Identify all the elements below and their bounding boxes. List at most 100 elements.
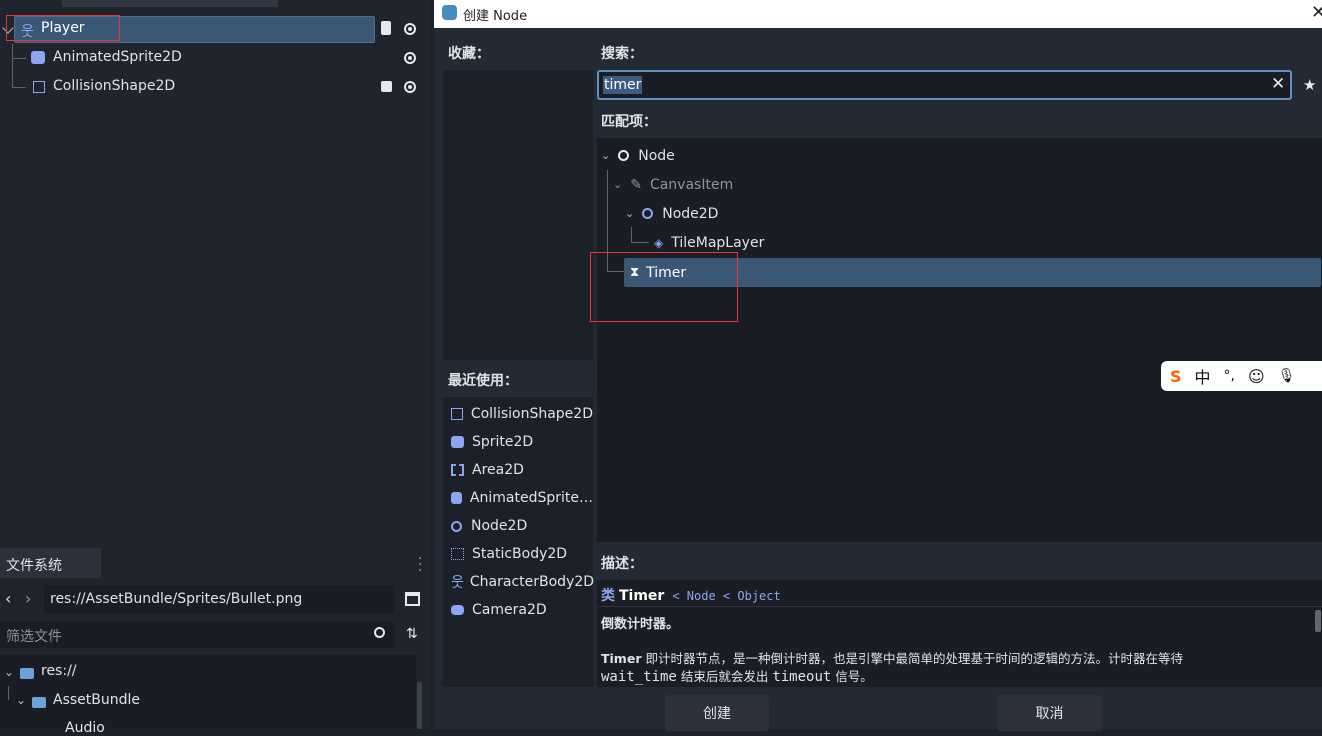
sogou-logo-icon: S (1170, 366, 1182, 386)
recent-label: 最近使用： (448, 373, 518, 389)
ime-mode-toggle[interactable]: 中 (1195, 364, 1211, 388)
camera-icon (451, 605, 464, 615)
search-icon (374, 627, 385, 638)
godot-logo-icon (442, 5, 457, 20)
recent-label-text: AnimatedSprite… (469, 490, 593, 506)
match-label: TileMapLayer (671, 234, 765, 251)
class-name: Timer (619, 588, 665, 604)
collision-shape-icon (451, 408, 463, 420)
scene-tab-stub (62, 0, 278, 7)
match-node[interactable]: ⌄ Node (601, 141, 675, 170)
favorites-list (443, 70, 593, 360)
filter-input[interactable]: 筛选文件 (0, 622, 394, 648)
script-icon[interactable] (381, 21, 391, 35)
highlight-box (6, 15, 120, 41)
description-label: 描述： (601, 556, 643, 572)
tree-guide (12, 44, 13, 88)
visibility-toggle[interactable] (404, 81, 416, 93)
tilemap-icon: ◈ (654, 235, 664, 250)
eye-icon (404, 52, 416, 64)
animated-sprite-icon (31, 51, 45, 64)
recent-item[interactable]: StaticBody2D (443, 540, 593, 568)
tree-guide (12, 87, 26, 88)
folder-icon (20, 667, 34, 683)
desc-text: 结束后就会发出 (676, 669, 773, 684)
collision-shape-icon (33, 81, 45, 93)
tree-guide (12, 58, 26, 59)
visibility-toggle[interactable] (404, 23, 416, 35)
tab-filesystem[interactable]: 文件系统 (0, 548, 101, 578)
match-canvasitem[interactable]: ⌄ ✎ CanvasItem (613, 170, 733, 199)
chevron-down-icon[interactable]: ⌄ (16, 693, 26, 707)
clear-icon[interactable]: ✕ (1271, 74, 1285, 94)
scrollbar[interactable] (1315, 610, 1321, 632)
path-field[interactable]: res://AssetBundle/Sprites/Bullet.png (44, 585, 394, 614)
search-label: 搜索： (601, 46, 643, 62)
full-description: Timer 即计时器节点，是一种倒计时器，也是引擎中最简单的处理基于时间的逻辑的… (601, 650, 1311, 686)
folder-icon (32, 696, 46, 712)
create-button[interactable]: 创建 (665, 695, 769, 731)
recent-label-text: Sprite2D (472, 434, 534, 450)
inherits-chain[interactable]: < Node < Object (672, 589, 780, 603)
menu-dots-icon[interactable]: · · · (418, 552, 422, 578)
tree-item-label[interactable]: AnimatedSprite2D (53, 49, 182, 65)
class-prefix: 类 (601, 588, 615, 604)
recent-item[interactable]: Camera2D (443, 596, 593, 624)
tree-guide (631, 227, 632, 243)
matches-label: 匹配项： (601, 114, 657, 130)
file-tree-item[interactable]: res:// (41, 663, 77, 679)
recent-item[interactable]: Sprite2D (443, 428, 593, 456)
match-node2d[interactable]: ⌄ Node2D (625, 199, 718, 228)
tree-guide (8, 686, 9, 700)
punctuation-icon[interactable]: °, (1224, 368, 1235, 384)
close-icon[interactable]: ✕ (1311, 2, 1322, 23)
character-body-icon: 웃 (451, 575, 464, 591)
microphone-icon[interactable]: 🎙 (1278, 368, 1296, 384)
code-text: timeout (772, 669, 832, 685)
highlight-box (590, 252, 738, 322)
forward-icon[interactable]: › (25, 589, 31, 608)
node2d-icon (642, 208, 654, 219)
desc-text: Timer (601, 651, 642, 666)
divider (597, 606, 1322, 607)
recent-item[interactable]: Area2D (443, 456, 593, 484)
sprite-icon (451, 436, 464, 448)
scrollbar[interactable] (417, 682, 422, 729)
code-text: wait_time (601, 669, 677, 685)
search-value: timer (603, 76, 643, 94)
tree-guide (631, 242, 649, 243)
recent-item[interactable]: Node2D (443, 512, 593, 540)
chevron-down-icon: ⌄ (625, 207, 635, 220)
lock-icon[interactable] (381, 81, 392, 92)
split-view-icon[interactable] (405, 592, 420, 606)
recent-label-text: Area2D (472, 462, 524, 478)
match-label: CanvasItem (649, 176, 734, 193)
visibility-toggle[interactable] (404, 52, 416, 64)
tree-item-label[interactable]: CollisionShape2D (53, 78, 175, 94)
node2d-icon (451, 520, 462, 532)
cancel-button[interactable]: 取消 (997, 695, 1102, 731)
favorites-label: 收藏： (448, 46, 490, 62)
recent-label-text: StaticBody2D (472, 546, 568, 562)
back-icon[interactable]: ‹ (5, 589, 11, 608)
chevron-down-icon[interactable]: ⌄ (4, 665, 14, 679)
match-label: Node2D (662, 205, 719, 222)
file-tree-item[interactable]: Audio (65, 720, 105, 736)
sort-icon[interactable]: ⇅ (406, 626, 418, 642)
recent-item[interactable]: AnimatedSprite… (443, 484, 593, 512)
description-header: 类 Timer < Node < Object (601, 585, 781, 605)
search-input[interactable] (597, 70, 1292, 100)
emoji-icon[interactable]: ☺ (1248, 367, 1265, 386)
recent-label-text: CollisionShape2D (470, 406, 593, 422)
desc-text: 信号。 (831, 669, 873, 684)
canvas-item-icon: ✎ (630, 176, 642, 193)
area-icon (451, 464, 464, 476)
file-tree-item[interactable]: AssetBundle (53, 692, 140, 708)
dialog-titlebar (434, 0, 1322, 28)
match-label: Node (638, 147, 675, 164)
recent-label-text: CharacterBody2D (469, 574, 595, 590)
eye-icon (404, 23, 416, 35)
recent-item[interactable]: 웃 CharacterBody2D (443, 568, 595, 596)
recent-item[interactable]: CollisionShape2D (443, 400, 593, 428)
star-icon[interactable]: ★ (1303, 76, 1316, 94)
